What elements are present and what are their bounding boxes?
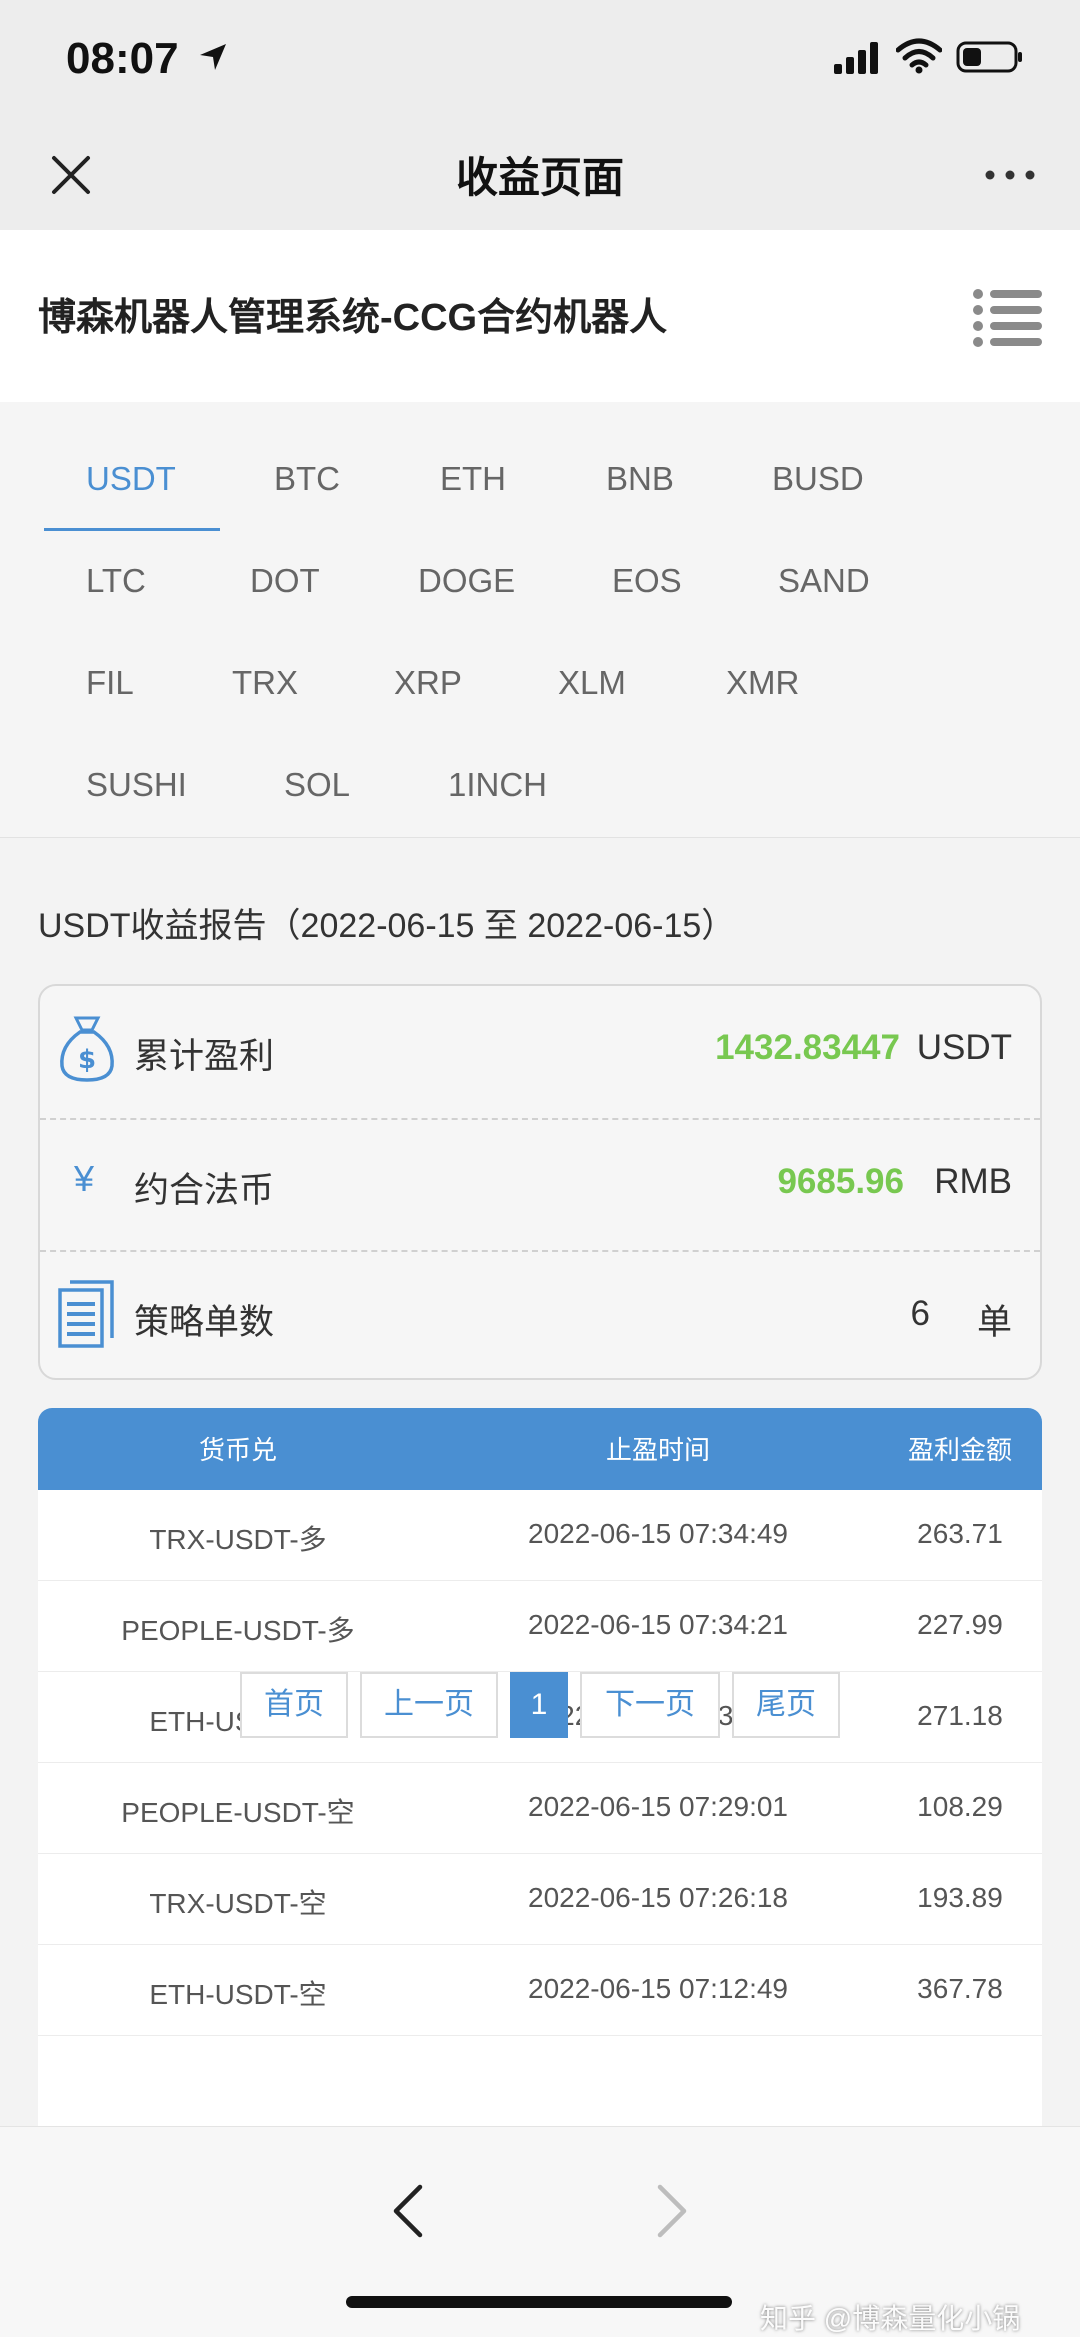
- summary-card: $ 累计盈利 1432.83447 USDT ¥ 约合法币 9685.96 RM…: [38, 984, 1042, 1380]
- summary-row-orders: 策略单数 6 单: [40, 1250, 1040, 1381]
- app-header: 博森机器人管理系统-CCG合约机器人: [0, 230, 1080, 402]
- cell-pair: TRX-USDT-空: [149, 1888, 327, 1919]
- forward-arrow-icon[interactable]: [652, 2181, 692, 2241]
- tab-eth[interactable]: ETH: [440, 460, 506, 498]
- svg-text:$: $: [78, 1045, 96, 1075]
- battery-icon: [956, 41, 1022, 73]
- page-title: 收益页面: [455, 154, 624, 201]
- home-indicator: [346, 2296, 732, 2308]
- table-row: PEOPLE-USDT-空 2022-06-15 07:29:01 108.29: [38, 1763, 1042, 1854]
- document-list-icon: [58, 1280, 114, 1348]
- status-bar: 08:07: [0, 0, 1080, 120]
- summary-row-fiat: ¥ 约合法币 9685.96 RMB: [40, 1118, 1040, 1249]
- first-page-button[interactable]: 首页: [240, 1672, 348, 1738]
- fiat-label: 约合法币: [134, 1171, 275, 1210]
- location-arrow-icon: [200, 44, 226, 70]
- currency-tabs: USDT BTC ETH BNB BUSD LTC DOT DOGE EOS S…: [0, 402, 1080, 838]
- tab-dot[interactable]: DOT: [250, 562, 320, 600]
- cell-amount: 193.89: [917, 1882, 1003, 1913]
- tab-sol[interactable]: SOL: [284, 766, 350, 804]
- tab-doge[interactable]: DOGE: [418, 562, 515, 600]
- tab-ltc[interactable]: LTC: [86, 562, 146, 600]
- orders-label: 策略单数: [134, 1303, 275, 1342]
- cell-pair: PEOPLE-USDT-多: [121, 1615, 355, 1646]
- cell-amount: 227.99: [917, 1609, 1003, 1640]
- watermark: 知乎 @博森量化小锅: [760, 2303, 1021, 2334]
- screen: 08:07 收益页面 博森机器人管理系统-CCG合约机器人 USDT BTC E…: [0, 0, 1080, 2337]
- tab-sand[interactable]: SAND: [778, 562, 870, 600]
- prev-page-button[interactable]: 上一页: [360, 1672, 498, 1738]
- column-header-time: 止盈时间: [605, 1435, 710, 1465]
- app-title: 博森机器人管理系统-CCG合约机器人: [38, 297, 668, 339]
- cell-time: 2022-06-15 07:34:49: [528, 1518, 788, 1549]
- money-bag-icon: $: [60, 1016, 114, 1082]
- tab-sushi[interactable]: SUSHI: [86, 766, 187, 804]
- profit-value: 1432.83447: [715, 1028, 900, 1067]
- yen-icon: ¥: [74, 1158, 95, 1199]
- next-page-button[interactable]: 下一页: [580, 1672, 720, 1738]
- profit-table: 货币兑 止盈时间 盈利金额 TRX-USDT-多 2022-06-15 07:3…: [38, 1408, 1042, 2148]
- current-page-button[interactable]: 1: [510, 1672, 568, 1738]
- tab-fil[interactable]: FIL: [86, 664, 134, 702]
- table-row: ETH-USDT-空 2022-06-15 07:12:49 367.78: [38, 1945, 1042, 2036]
- tab-xmr[interactable]: XMR: [726, 664, 799, 702]
- column-header-pair: 货币兑: [198, 1435, 277, 1465]
- tab-trx[interactable]: TRX: [232, 664, 298, 702]
- tab-btc[interactable]: BTC: [274, 460, 340, 498]
- cell-pair: ETH-USDT-空: [149, 1979, 327, 2010]
- last-page-button[interactable]: 尾页: [732, 1672, 840, 1738]
- cell-pair: PEOPLE-USDT-空: [121, 1797, 355, 1828]
- wifi-icon: [896, 38, 942, 74]
- cell-amount: 367.78: [917, 1973, 1003, 2004]
- tab-usdt[interactable]: USDT: [86, 460, 176, 498]
- nav-bar: 收益页面: [0, 120, 1080, 230]
- orders-unit: 单: [976, 1303, 1012, 1342]
- tab-busd[interactable]: BUSD: [772, 460, 864, 498]
- back-arrow-icon[interactable]: [388, 2181, 428, 2241]
- cell-time: 2022-06-15 07:12:49: [528, 1973, 788, 2004]
- cellular-signal-icon: [834, 42, 878, 74]
- more-icon[interactable]: [980, 150, 1040, 200]
- tab-xrp[interactable]: XRP: [394, 664, 462, 702]
- cell-time: 2022-06-15 07:26:18: [528, 1882, 788, 1913]
- table-header: 货币兑 止盈时间 盈利金额: [38, 1408, 1042, 1490]
- tab-1inch[interactable]: 1INCH: [448, 766, 547, 804]
- profit-unit: USDT: [916, 1028, 1012, 1067]
- table-row: TRX-USDT-空 2022-06-15 07:26:18 193.89: [38, 1854, 1042, 1945]
- summary-row-profit: $ 累计盈利 1432.83447 USDT: [40, 986, 1040, 1117]
- status-time: 08:07: [66, 34, 179, 83]
- cell-amount: 108.29: [917, 1791, 1003, 1822]
- tab-bnb[interactable]: BNB: [606, 460, 674, 498]
- column-header-amount: 盈利金额: [907, 1435, 1012, 1465]
- cell-amount: 271.18: [917, 1700, 1003, 1731]
- fiat-unit: RMB: [934, 1162, 1012, 1201]
- table-row: PEOPLE-USDT-多 2022-06-15 07:34:21 227.99: [38, 1581, 1042, 1672]
- orders-value: 6: [910, 1294, 930, 1333]
- cell-time: 2022-06-15 07:34:21: [528, 1609, 788, 1640]
- cell-amount: 263.71: [917, 1518, 1003, 1549]
- report-title: USDT收益报告（2022-06-15 至 2022-06-15）: [38, 907, 736, 945]
- profit-label: 累计盈利: [134, 1037, 275, 1076]
- cell-pair: TRX-USDT-多: [149, 1524, 327, 1555]
- tab-eos[interactable]: EOS: [612, 562, 682, 600]
- fiat-value: 9685.96: [777, 1162, 904, 1201]
- menu-list-icon[interactable]: [972, 286, 1044, 348]
- cell-time: 2022-06-15 07:29:01: [528, 1791, 788, 1822]
- active-tab-underline: [44, 528, 220, 531]
- table-row: TRX-USDT-多 2022-06-15 07:34:49 263.71: [38, 1490, 1042, 1581]
- tab-xlm[interactable]: XLM: [558, 664, 626, 702]
